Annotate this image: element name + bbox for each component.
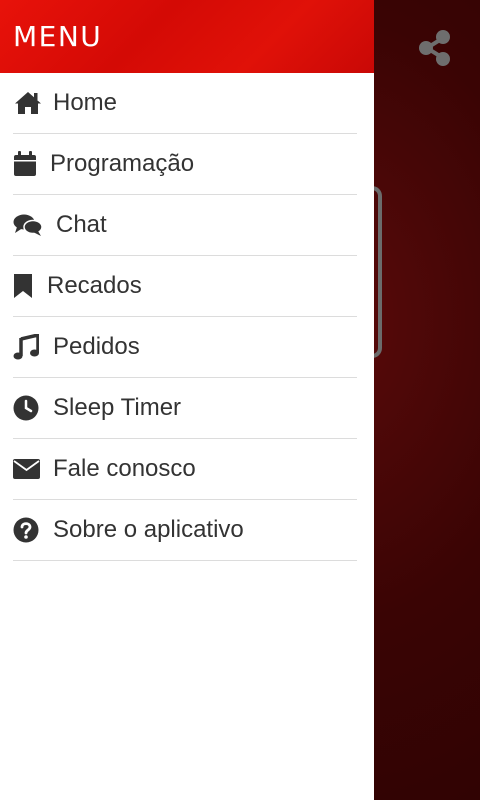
menu-item-label: Fale conosco bbox=[53, 455, 196, 482]
home-icon bbox=[13, 90, 53, 116]
menu-item-label: Programação bbox=[50, 150, 195, 177]
menu-item-label: Home bbox=[53, 89, 118, 116]
share-icon bbox=[419, 30, 450, 66]
app-screen: MENU Home Programação Chat Recados Pedid… bbox=[0, 0, 480, 800]
chat-icon bbox=[13, 213, 56, 237]
share-button[interactable] bbox=[416, 28, 454, 68]
menu-item-programacao[interactable]: Programação bbox=[13, 134, 357, 195]
menu-item-label: Recados bbox=[47, 272, 142, 299]
menu-item-sobre-o-aplicativo[interactable]: Sobre o aplicativo bbox=[13, 500, 357, 561]
clock-icon bbox=[13, 395, 53, 421]
envelope-icon bbox=[13, 459, 53, 479]
menu-item-label: Sleep Timer bbox=[53, 394, 182, 421]
bookmark-icon bbox=[13, 273, 47, 299]
menu-item-sleep-timer[interactable]: Sleep Timer bbox=[13, 378, 357, 439]
menu-item-recados[interactable]: Recados bbox=[13, 256, 357, 317]
menu-item-chat[interactable]: Chat bbox=[13, 195, 357, 256]
menu-item-label: Chat bbox=[56, 211, 107, 238]
drawer-title: MENU bbox=[13, 20, 103, 53]
navigation-drawer: MENU Home Programação Chat Recados Pedid… bbox=[0, 0, 374, 800]
question-circle-icon bbox=[13, 517, 53, 543]
drawer-header: MENU bbox=[0, 0, 374, 73]
menu-list: Home Programação Chat Recados Pedidos Sl… bbox=[0, 73, 374, 561]
calendar-icon bbox=[13, 151, 50, 177]
menu-item-home[interactable]: Home bbox=[13, 73, 357, 134]
music-note-icon bbox=[13, 334, 53, 360]
menu-item-pedidos[interactable]: Pedidos bbox=[13, 317, 357, 378]
menu-item-label: Sobre o aplicativo bbox=[53, 516, 244, 543]
menu-item-fale-conosco[interactable]: Fale conosco bbox=[13, 439, 357, 500]
menu-item-label: Pedidos bbox=[53, 333, 140, 360]
